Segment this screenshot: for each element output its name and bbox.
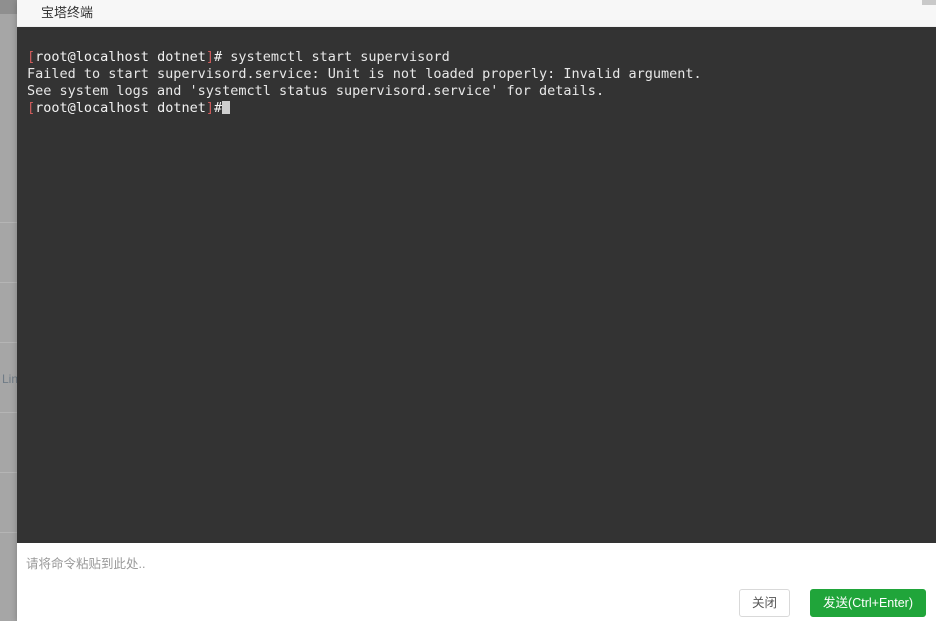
terminal-text: root@localhost bbox=[35, 100, 149, 116]
send-button[interactable]: 发送(Ctrl+Enter) bbox=[810, 589, 926, 617]
background-page-text: Lin bbox=[2, 372, 19, 386]
close-button[interactable]: 关闭 bbox=[738, 589, 790, 617]
terminal-text: dotnet bbox=[148, 49, 206, 65]
terminal-text: [ bbox=[27, 100, 36, 116]
scrollbar-nub[interactable] bbox=[922, 0, 936, 5]
terminal-line: [root@localhost dotnet]# systemctl start… bbox=[27, 49, 926, 66]
terminal-text: See system logs and 'systemctl status su… bbox=[27, 83, 605, 99]
terminal-text: # bbox=[213, 100, 223, 116]
terminal-line: [root@localhost dotnet]# bbox=[27, 100, 926, 117]
command-input-area bbox=[17, 543, 936, 583]
dialog-title: 宝塔终端 bbox=[41, 5, 94, 20]
terminal-text: [ bbox=[27, 49, 36, 65]
terminal-dialog: 宝塔终端 [root@localhost dotnet]# systemctl … bbox=[17, 0, 936, 621]
terminal-line: See system logs and 'systemctl status su… bbox=[27, 83, 926, 100]
terminal-text: dotnet bbox=[148, 100, 206, 116]
dialog-header: 宝塔终端 bbox=[17, 0, 936, 27]
terminal-text: # bbox=[213, 49, 231, 65]
terminal-text: root@localhost bbox=[35, 49, 149, 65]
terminal-line: Failed to start supervisord.service: Uni… bbox=[27, 66, 926, 83]
command-input[interactable] bbox=[26, 554, 916, 574]
terminal-cursor bbox=[222, 101, 231, 114]
dialog-footer: 关闭 发送(Ctrl+Enter) bbox=[17, 583, 936, 621]
terminal-text: systemctl start supervisord bbox=[230, 49, 450, 65]
terminal-text: ] bbox=[205, 100, 214, 116]
terminal-text: ] bbox=[205, 49, 214, 65]
terminal-lines: [root@localhost dotnet]# systemctl start… bbox=[17, 49, 936, 117]
terminal-output-pane[interactable]: [root@localhost dotnet]# systemctl start… bbox=[17, 27, 936, 543]
terminal-text: Failed to start supervisord.service: Uni… bbox=[27, 66, 702, 82]
